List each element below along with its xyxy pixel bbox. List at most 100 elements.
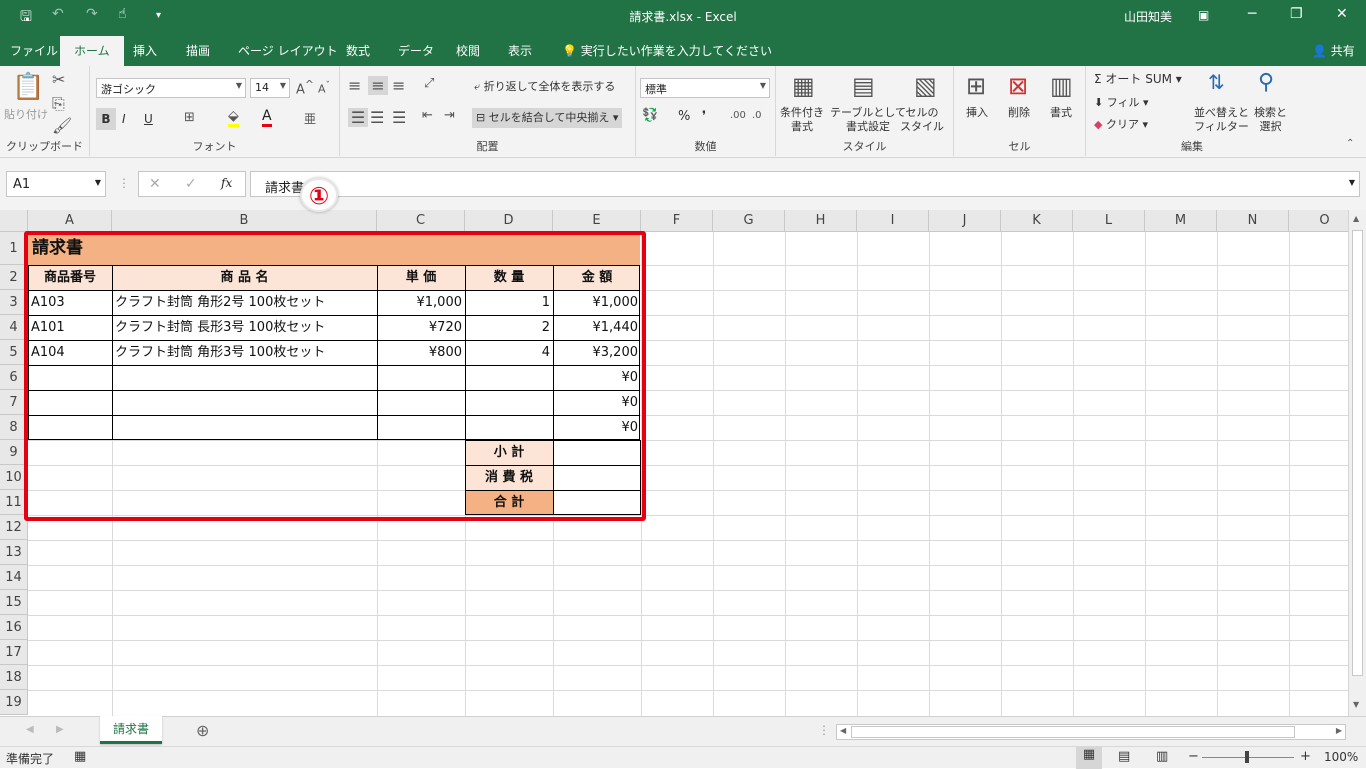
tab-view[interactable]: 表示 xyxy=(508,42,532,59)
restore-icon[interactable]: ❐ xyxy=(1290,6,1303,22)
enter-icon[interactable]: ✓ xyxy=(185,176,197,192)
scroll-down-icon[interactable]: ▼ xyxy=(1353,700,1359,709)
row-header[interactable]: 15 xyxy=(0,590,28,615)
ribbon-display-icon[interactable]: ▣ xyxy=(1198,8,1209,22)
format-painter-icon[interactable]: 🖌 xyxy=(52,116,72,135)
row-header[interactable]: 18 xyxy=(0,665,28,690)
column-header[interactable]: L xyxy=(1073,210,1145,232)
column-header[interactable]: D xyxy=(465,210,553,232)
bold-button[interactable]: B xyxy=(96,108,116,130)
vertical-scrollbar[interactable]: ▲ ▼ xyxy=(1348,210,1366,716)
user-name[interactable]: 山田知美 xyxy=(1124,8,1172,25)
column-header[interactable]: M xyxy=(1145,210,1217,232)
sort-filter-icon[interactable]: ⇅ xyxy=(1208,70,1225,94)
font-name-select[interactable]: 游ゴシック ▼ xyxy=(96,78,246,98)
scroll-up-icon[interactable]: ▲ xyxy=(1353,214,1359,223)
formula-input[interactable]: 請求書 ▼ xyxy=(250,171,1360,197)
add-sheet-icon[interactable]: ⊕ xyxy=(196,721,209,740)
column-header[interactable]: A xyxy=(28,210,112,232)
find-icon[interactable]: ⚲ xyxy=(1258,70,1274,95)
conditional-format-icon[interactable]: ▦ xyxy=(792,72,815,100)
tab-review[interactable]: 校閲 xyxy=(456,42,480,59)
column-header[interactable]: K xyxy=(1001,210,1073,232)
horizontal-scrollbar[interactable]: ◀ ▶ xyxy=(836,724,1346,740)
percent-button[interactable]: % xyxy=(678,110,690,124)
row-header[interactable]: 19 xyxy=(0,690,28,715)
italic-button[interactable]: I xyxy=(122,108,126,130)
cancel-icon[interactable]: ✕ xyxy=(149,176,161,192)
tab-data[interactable]: データ xyxy=(398,42,434,59)
orientation-icon[interactable]: ⤢ xyxy=(424,76,434,91)
sheet-tab[interactable]: 請求書 xyxy=(100,716,162,744)
scroll-right-icon[interactable]: ▶ xyxy=(1336,726,1342,735)
decrease-indent-icon[interactable]: ⇤ xyxy=(422,108,433,123)
row-header[interactable]: 14 xyxy=(0,565,28,590)
select-all-corner[interactable] xyxy=(0,210,28,232)
tab-page-layout[interactable]: ページ レイアウト xyxy=(238,42,338,59)
tab-formulas[interactable]: 数式 xyxy=(346,42,370,59)
border-icon[interactable]: ⊞ xyxy=(184,110,195,125)
tab-file[interactable]: ファイル xyxy=(10,42,58,59)
increase-indent-icon[interactable]: ⇥ xyxy=(444,108,455,123)
insert-cells-button[interactable]: 挿入 xyxy=(966,106,988,120)
column-header[interactable]: F xyxy=(641,210,713,232)
align-bottom-icon[interactable]: ≡ xyxy=(392,76,405,95)
expand-formula-icon[interactable]: ▼ xyxy=(1349,178,1355,187)
close-icon[interactable]: ✕ xyxy=(1336,6,1348,22)
macro-record-icon[interactable]: ▦ xyxy=(74,749,86,764)
phonetic-icon[interactable]: 亜 xyxy=(304,110,316,127)
autosum-button[interactable]: Σ オート SUM ▾ xyxy=(1094,72,1182,86)
insert-function-icon[interactable]: fx xyxy=(221,176,232,190)
comma-button[interactable]: ❜ xyxy=(702,110,706,124)
align-center-icon[interactable]: ☰ xyxy=(370,108,384,127)
fill-button[interactable]: ⬇ フィル ▾ xyxy=(1094,96,1149,110)
align-left-icon[interactable]: ☰ xyxy=(348,108,368,127)
zoom-out-icon[interactable]: − xyxy=(1188,749,1199,764)
column-header[interactable]: G xyxy=(713,210,785,232)
paste-button[interactable]: 貼り付け xyxy=(4,108,48,122)
decrease-decimal-icon[interactable]: .0 xyxy=(752,110,762,121)
shrink-font-icon[interactable]: Aˇ xyxy=(318,80,330,96)
format-as-table-icon[interactable]: ▤ xyxy=(852,72,875,100)
format-cells-icon[interactable]: ▥ xyxy=(1050,72,1073,100)
cell-styles-button[interactable]: セルの スタイル xyxy=(900,106,944,134)
underline-button[interactable]: U xyxy=(144,108,153,130)
format-as-table-button[interactable]: テーブルとして 書式設定 xyxy=(830,106,906,134)
column-header[interactable]: N xyxy=(1217,210,1289,232)
number-format-select[interactable]: 標準 ▼ xyxy=(640,78,770,98)
column-header[interactable]: E xyxy=(553,210,641,232)
scroll-left-icon[interactable]: ◀ xyxy=(840,726,846,735)
sort-filter-button[interactable]: 並べ替えと フィルター xyxy=(1194,106,1249,134)
increase-decimal-icon[interactable]: .00 xyxy=(730,110,746,121)
name-box[interactable]: A1 ▼ xyxy=(6,171,106,197)
minimize-icon[interactable]: ─ xyxy=(1248,6,1256,22)
column-header[interactable]: H xyxy=(785,210,857,232)
merge-center-button[interactable]: ⊟ セルを結合して中央揃え ▾ xyxy=(472,108,623,128)
page-layout-icon[interactable]: ▤ xyxy=(1118,749,1130,764)
normal-view-icon[interactable]: ▦ xyxy=(1076,747,1102,769)
conditional-format-button[interactable]: 条件付き 書式 xyxy=(780,106,824,134)
grow-font-icon[interactable]: A^ xyxy=(296,78,314,97)
page-break-icon[interactable]: ▥ xyxy=(1156,749,1168,764)
worksheet-grid[interactable]: A B C D E F G H I J K L M N O 1 2 3 4 5 … xyxy=(0,210,1348,716)
wrap-text-button[interactable]: ⤶ 折り返して全体を表示する xyxy=(474,80,615,94)
zoom-level[interactable]: 100% xyxy=(1324,750,1358,764)
zoom-thumb[interactable] xyxy=(1245,751,1249,763)
format-cells-button[interactable]: 書式 xyxy=(1050,106,1072,120)
font-size-select[interactable]: 14 ▼ xyxy=(250,78,290,98)
share-button[interactable]: 👤 共有 xyxy=(1312,42,1355,59)
currency-icon[interactable]: 💱 xyxy=(642,108,658,123)
fill-color-icon[interactable]: ⬙ xyxy=(228,108,239,127)
column-header[interactable]: J xyxy=(929,210,1001,232)
column-header[interactable]: C xyxy=(377,210,465,232)
copy-icon[interactable]: ⎘ xyxy=(52,94,65,114)
scroll-thumb[interactable] xyxy=(1352,230,1363,676)
find-select-button[interactable]: 検索と 選択 xyxy=(1254,106,1287,134)
align-top-icon[interactable]: ≡ xyxy=(348,76,361,95)
paste-icon[interactable]: 📋 xyxy=(12,72,44,102)
align-right-icon[interactable]: ☰ xyxy=(392,108,406,127)
zoom-in-icon[interactable]: + xyxy=(1300,749,1311,764)
splitter-icon[interactable]: ⋮ xyxy=(818,723,830,737)
tab-insert[interactable]: 挿入 xyxy=(133,42,157,59)
column-header[interactable]: O xyxy=(1289,210,1348,232)
